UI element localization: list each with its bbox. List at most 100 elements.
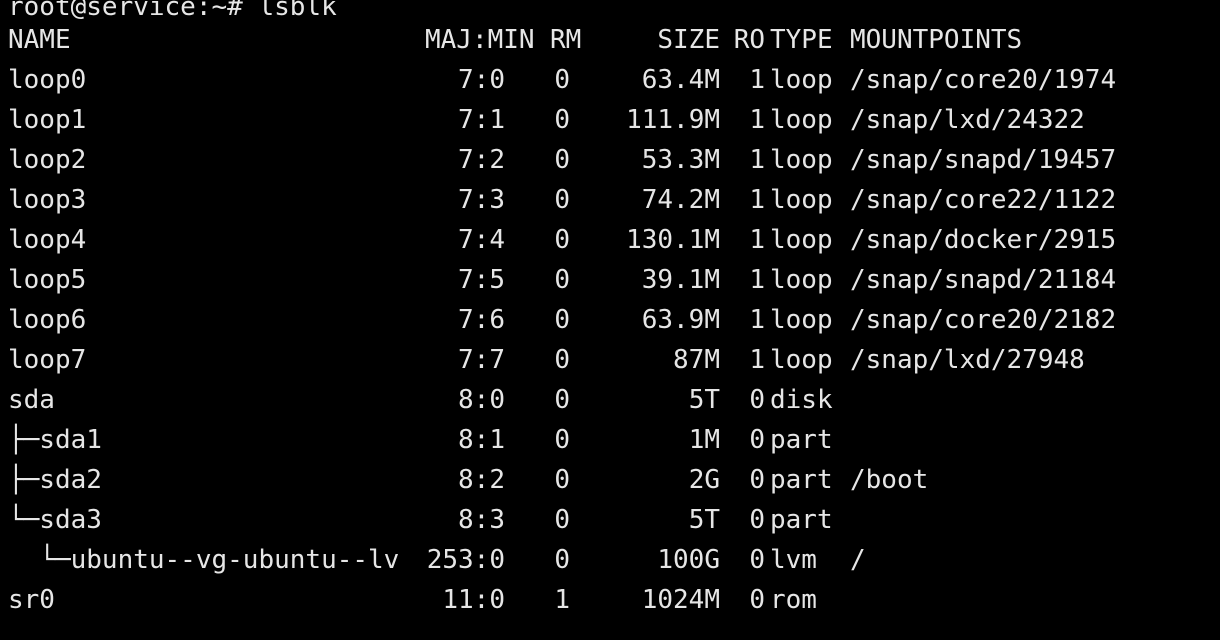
device-ro: 0	[749, 385, 765, 415]
table-row: loop0 7:0 0 63.4M 1 loop/snap/core20/1974	[8, 60, 1220, 100]
device-majmin: 7:5	[458, 265, 505, 295]
device-type: loop	[770, 105, 833, 135]
device-size: 111.9M	[626, 105, 720, 135]
table-row: loop6 7:6 0 63.9M 1 loop/snap/core20/2182	[8, 300, 1220, 340]
device-majmin: 7:4	[458, 225, 505, 255]
device-name: └─ubuntu--vg-ubuntu--lv	[8, 545, 400, 575]
device-size: 1M	[688, 425, 720, 455]
table-row: sda 8:0 0 5T 0 disk	[8, 380, 1220, 420]
device-size: 87M	[673, 345, 720, 375]
device-type: loop	[770, 65, 833, 95]
device-rm: 0	[554, 385, 570, 415]
device-majmin: 253:0	[426, 545, 505, 575]
device-name: loop2	[8, 145, 87, 175]
device-name: loop1	[8, 105, 87, 135]
device-rm: 0	[554, 225, 570, 255]
device-rm: 0	[554, 305, 570, 335]
device-mountpoint: /snap/docker/2915	[850, 225, 1117, 255]
device-majmin: 7:0	[458, 65, 505, 95]
device-mountpoint: /	[850, 545, 866, 575]
device-type: loop	[770, 185, 833, 215]
device-majmin: 7:1	[458, 105, 505, 135]
device-majmin: 7:7	[458, 345, 505, 375]
device-ro: 1	[749, 105, 765, 135]
device-ro: 1	[749, 265, 765, 295]
device-majmin: 11:0	[442, 585, 505, 615]
table-row: loop5 7:5 0 39.1M 1 loop/snap/snapd/21184	[8, 260, 1220, 300]
device-mountpoint: /snap/core22/1122	[850, 185, 1117, 215]
device-name: sda	[8, 385, 55, 415]
device-name: loop5	[8, 265, 87, 295]
device-ro: 1	[749, 225, 765, 255]
device-mountpoint: /snap/core20/1974	[850, 65, 1117, 95]
device-name: loop3	[8, 185, 87, 215]
device-size: 5T	[688, 505, 720, 535]
table-row: loop3 7:3 0 74.2M 1 loop/snap/core22/1122	[8, 180, 1220, 220]
device-ro: 1	[749, 65, 765, 95]
device-type: loop	[770, 225, 833, 255]
device-type: lvm	[770, 545, 817, 575]
device-type: part	[770, 505, 833, 535]
device-rm: 0	[554, 105, 570, 135]
device-name: └─sda3	[8, 505, 102, 535]
device-ro: 0	[749, 585, 765, 615]
device-list: loop0 7:0 0 63.4M 1 loop/snap/core20/1974 loo…	[8, 60, 1220, 620]
device-name: loop7	[8, 345, 87, 375]
header-majmin: MAJ:MIN	[425, 25, 535, 55]
device-name: sr0	[8, 585, 55, 615]
device-name: loop6	[8, 305, 87, 335]
device-size: 100G	[657, 545, 720, 575]
device-rm: 0	[554, 465, 570, 495]
device-type: part	[770, 425, 833, 455]
device-rm: 0	[554, 505, 570, 535]
device-rm: 0	[554, 425, 570, 455]
device-mountpoint: /snap/lxd/27948	[850, 345, 1085, 375]
device-ro: 1	[749, 305, 765, 335]
terminal-window[interactable]: root@service:~# lsblk NAME MAJ:MIN RM SIZE R…	[0, 0, 1220, 634]
device-mountpoint: /snap/snapd/19457	[850, 145, 1117, 175]
device-size: 63.4M	[641, 65, 720, 95]
device-type: loop	[770, 305, 833, 335]
table-row: ├─sda1 8:1 0 1M 0 part	[8, 420, 1220, 460]
header-rm: RM	[550, 25, 582, 55]
device-type: loop	[770, 145, 833, 175]
device-rm: 0	[554, 265, 570, 295]
device-type: loop	[770, 345, 833, 375]
header-size: SIZE	[657, 25, 720, 55]
device-rm: 0	[554, 145, 570, 175]
device-mountpoint: /snap/lxd/24322	[850, 105, 1085, 135]
device-majmin: 7:2	[458, 145, 505, 175]
device-majmin: 8:1	[458, 425, 505, 455]
table-row: loop1 7:1 0 111.9M 1 loop/snap/lxd/24322	[8, 100, 1220, 140]
device-majmin: 8:3	[458, 505, 505, 535]
device-name: ├─sda1	[8, 425, 102, 455]
device-size: 74.2M	[641, 185, 720, 215]
device-size: 2G	[688, 465, 720, 495]
table-row: loop4 7:4 0 130.1M 1 loop/snap/docker/2915	[8, 220, 1220, 260]
device-name: loop4	[8, 225, 87, 255]
device-size: 1024M	[641, 585, 720, 615]
command-text: lsblk	[258, 0, 337, 22]
table-header: NAME MAJ:MIN RM SIZE RO TYPE MOUNTPOINTS	[8, 20, 1220, 60]
device-name: loop0	[8, 65, 87, 95]
device-majmin: 7:6	[458, 305, 505, 335]
device-name: ├─sda2	[8, 465, 102, 495]
device-size: 53.3M	[641, 145, 720, 175]
header-type: TYPE	[770, 25, 833, 55]
device-rm: 0	[554, 545, 570, 575]
device-ro: 1	[749, 345, 765, 375]
header-mountpoints: MOUNTPOINTS	[850, 25, 1023, 55]
device-size: 130.1M	[626, 225, 720, 255]
device-type: disk	[770, 385, 833, 415]
command-line: root@service:~# lsblk	[8, 0, 1220, 20]
device-size: 39.1M	[641, 265, 720, 295]
device-majmin: 8:0	[458, 385, 505, 415]
device-type: loop	[770, 265, 833, 295]
table-row: loop7 7:7 0 87M 1 loop/snap/lxd/27948	[8, 340, 1220, 380]
table-row: loop2 7:2 0 53.3M 1 loop/snap/snapd/19457	[8, 140, 1220, 180]
device-rm: 0	[554, 185, 570, 215]
device-ro: 1	[749, 185, 765, 215]
device-size: 5T	[688, 385, 720, 415]
device-rm: 1	[554, 585, 570, 615]
device-type: part	[770, 465, 833, 495]
